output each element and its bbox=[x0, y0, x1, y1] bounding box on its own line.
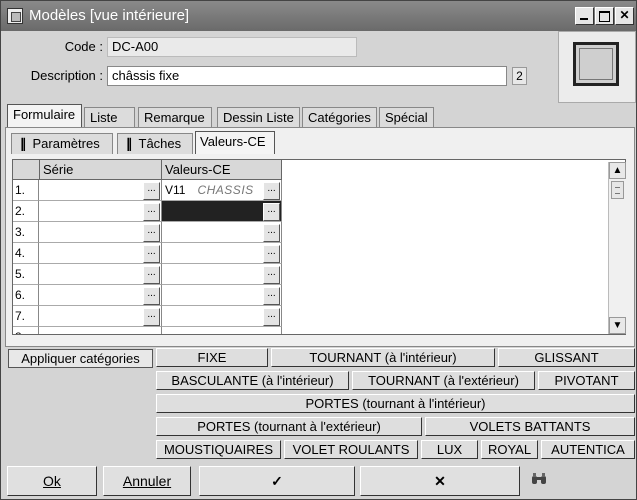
cancel-label: Annuler bbox=[122, 473, 172, 489]
column-header-valeurs-ce[interactable]: Valeurs-CE bbox=[162, 160, 282, 180]
window: Modèles [vue intérieure] ✕ Code : DC-A00… bbox=[0, 0, 637, 500]
scroll-thumb[interactable] bbox=[611, 181, 624, 199]
delete-button[interactable]: ✕ bbox=[360, 466, 520, 496]
valeur-code: V11 bbox=[165, 183, 186, 197]
column-header-serie[interactable]: Série bbox=[40, 160, 162, 180]
paperclip-icon: ∥ bbox=[126, 136, 133, 151]
tab-categories[interactable]: Catégories bbox=[302, 107, 377, 128]
ok-label: Ok bbox=[43, 473, 61, 489]
subtab-taches[interactable]: ∥ Tâches bbox=[117, 133, 193, 154]
scroll-up-button[interactable]: ▲ bbox=[609, 162, 626, 179]
subtab-parametres[interactable]: ∥ Paramètres bbox=[11, 133, 113, 154]
tab-dessin-liste[interactable]: Dessin Liste bbox=[217, 107, 300, 128]
values-grid: Série Valeurs-CE 1. ... V11 CHASSIS ... 2… bbox=[12, 159, 626, 335]
window-preview-image bbox=[573, 42, 619, 86]
description-field[interactable]: châssis fixe bbox=[107, 66, 507, 86]
valeur-description: CHASSIS bbox=[197, 183, 254, 197]
description-label: Description : bbox=[30, 68, 103, 83]
binoculars-icon[interactable] bbox=[531, 472, 547, 489]
category-moustiquaires-button[interactable]: MOUSTIQUAIRES bbox=[156, 440, 281, 459]
serie-ellipsis-button[interactable]: ... bbox=[143, 182, 160, 200]
valeur-ellipsis-button[interactable]: ... bbox=[263, 182, 280, 200]
subtab-valeurs-ce[interactable]: Valeurs-CE bbox=[195, 131, 275, 154]
category-royal-button[interactable]: ROYAL bbox=[481, 440, 538, 459]
serie-ellipsis-button[interactable]: ... bbox=[143, 245, 160, 263]
category-portes-exterieur-button[interactable]: PORTES (tournant à l'extérieur) bbox=[156, 417, 422, 436]
maximize-button[interactable] bbox=[595, 7, 614, 25]
serie-ellipsis-button[interactable]: ... bbox=[143, 224, 160, 242]
valeur-cell[interactable] bbox=[162, 327, 282, 334]
category-portes-interieur-button[interactable]: PORTES (tournant à l'intérieur) bbox=[156, 394, 635, 413]
category-glissant-button[interactable]: GLISSANT bbox=[498, 348, 635, 367]
valeur-ellipsis-button[interactable]: ... bbox=[263, 266, 280, 284]
valeur-ellipsis-button[interactable]: ... bbox=[263, 224, 280, 242]
category-autentica-button[interactable]: AUTENTICA bbox=[541, 440, 635, 459]
valeur-ellipsis-button[interactable]: ... bbox=[263, 287, 280, 305]
category-tournant-exterieur-button[interactable]: TOURNANT (à l'extérieur) bbox=[352, 371, 535, 390]
minimize-button[interactable] bbox=[575, 7, 594, 25]
paperclip-icon: ∥ bbox=[20, 136, 27, 151]
row-number: 1. bbox=[13, 180, 39, 201]
app-icon bbox=[7, 8, 23, 24]
tab-remarque[interactable]: Remarque bbox=[138, 107, 212, 128]
grid-vertical-scrollbar[interactable]: ▲ ▼ bbox=[608, 162, 626, 334]
checkmark-icon: ✓ bbox=[271, 473, 283, 489]
serie-cell[interactable] bbox=[39, 327, 162, 334]
category-volets-battants-button[interactable]: VOLETS BATTANTS bbox=[425, 417, 635, 436]
category-lux-button[interactable]: LUX bbox=[421, 440, 478, 459]
valeur-ellipsis-button[interactable]: ... bbox=[263, 245, 280, 263]
description-count-badge: 2 bbox=[512, 67, 527, 85]
serie-ellipsis-button[interactable]: ... bbox=[143, 308, 160, 326]
cancel-button[interactable]: Annuler bbox=[103, 466, 191, 496]
tab-special[interactable]: Spécial bbox=[379, 107, 434, 128]
row-number: 2. bbox=[13, 201, 39, 222]
title-bar: Modèles [vue intérieure] ✕ bbox=[1, 1, 636, 31]
tab-liste[interactable]: Liste bbox=[84, 107, 135, 128]
row-number: 5. bbox=[13, 264, 39, 285]
row-number: 3. bbox=[13, 222, 39, 243]
subtab-label: Valeurs-CE bbox=[200, 134, 266, 149]
row-number: 6. bbox=[13, 285, 39, 306]
serie-ellipsis-button[interactable]: ... bbox=[143, 203, 160, 221]
preview-panel bbox=[558, 31, 636, 103]
valeur-ellipsis-button[interactable]: ... bbox=[263, 308, 280, 326]
valeur-ellipsis-button[interactable]: ... bbox=[263, 203, 280, 221]
category-pivotant-button[interactable]: PIVOTANT bbox=[538, 371, 635, 390]
serie-ellipsis-button[interactable]: ... bbox=[143, 266, 160, 284]
subtab-label: Tâches bbox=[138, 136, 182, 151]
category-fixe-button[interactable]: FIXE bbox=[156, 348, 268, 367]
close-button[interactable]: ✕ bbox=[615, 7, 634, 25]
row-number: 7. bbox=[13, 306, 39, 327]
category-tournant-interieur-button[interactable]: TOURNANT (à l'intérieur) bbox=[271, 348, 495, 367]
serie-ellipsis-button[interactable]: ... bbox=[143, 287, 160, 305]
cross-icon: ✕ bbox=[434, 473, 446, 489]
category-volet-roulants-button[interactable]: VOLET ROULANTS bbox=[284, 440, 418, 459]
row-number: 4. bbox=[13, 243, 39, 264]
subtab-label: Paramètres bbox=[32, 136, 100, 151]
code-field[interactable]: DC-A00 bbox=[107, 37, 357, 57]
tab-formulaire[interactable]: Formulaire bbox=[7, 104, 82, 128]
scroll-down-button[interactable]: ▼ bbox=[609, 317, 626, 334]
window-title: Modèles [vue intérieure] bbox=[29, 7, 190, 24]
code-label: Code : bbox=[64, 39, 103, 54]
category-basculante-button[interactable]: BASCULANTE (à l'intérieur) bbox=[156, 371, 349, 390]
row-number: 8. bbox=[13, 327, 39, 334]
grid-corner bbox=[13, 160, 40, 180]
apply-categories-button[interactable]: Appliquer catégories bbox=[8, 349, 153, 368]
ok-button[interactable]: Ok bbox=[7, 466, 97, 496]
confirm-button[interactable]: ✓ bbox=[199, 466, 355, 496]
